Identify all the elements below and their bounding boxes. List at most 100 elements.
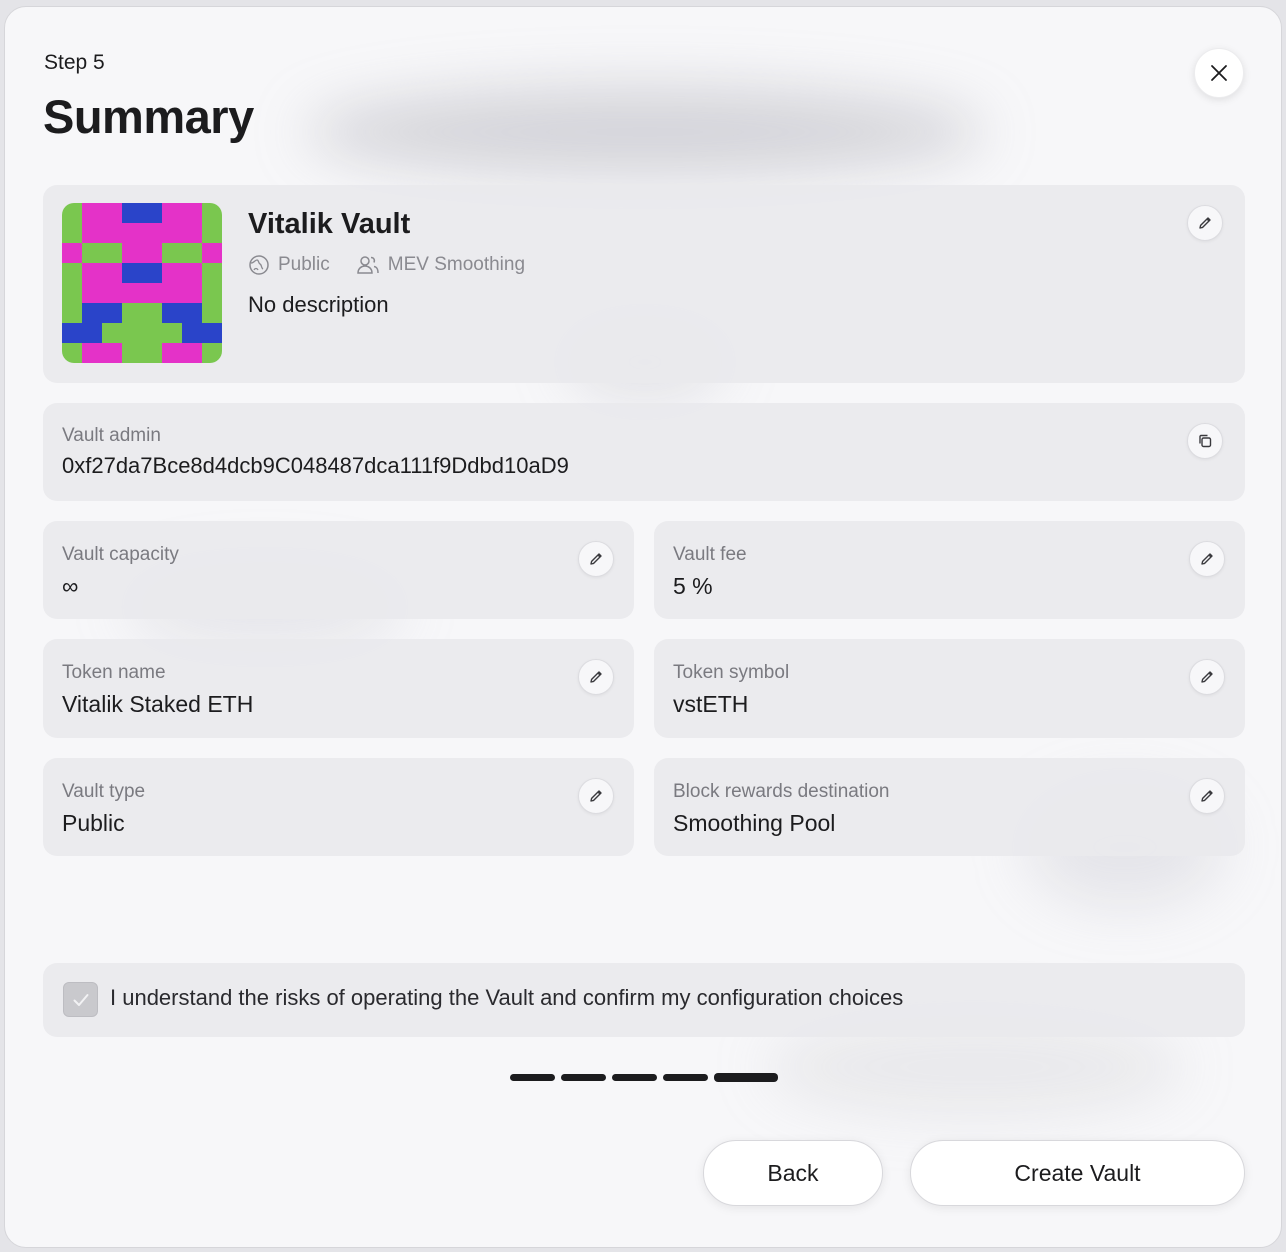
confirm-row: I understand the risks of operating the …: [43, 963, 1245, 1037]
avatar-pixel: [122, 203, 142, 223]
avatar-pixel: [82, 303, 102, 323]
avatar-pixel: [182, 243, 202, 263]
progress-step-2: [561, 1074, 606, 1081]
vault-fee-value: 5 %: [673, 573, 713, 599]
vault-fee-card: Vault fee 5 %: [654, 521, 1245, 619]
avatar-pixel: [82, 283, 102, 303]
close-button[interactable]: [1194, 48, 1244, 98]
edit-icon: [590, 553, 602, 565]
avatar-pixel: [102, 243, 122, 263]
rewards-destination-value: Smoothing Pool: [673, 810, 836, 836]
summary-modal: Step 5 Summary Vitalik Vault Public MEV …: [4, 6, 1282, 1248]
avatar-pixel: [102, 303, 122, 323]
token-name-label: Token name: [62, 662, 166, 683]
step-label: Step 5: [44, 51, 105, 74]
avatar-pixel: [62, 223, 82, 243]
copy-icon: [1199, 434, 1212, 448]
avatar-pixel: [182, 343, 202, 363]
vault-overview-card: Vitalik Vault Public MEV Smoothing No de…: [43, 185, 1245, 383]
avatar-pixel: [202, 203, 222, 223]
vault-capacity-label: Vault capacity: [62, 544, 179, 565]
confirm-checkbox[interactable]: [63, 982, 98, 1017]
vault-description: No description: [248, 292, 389, 317]
avatar-pixel: [202, 283, 222, 303]
rewards-destination-label: Block rewards destination: [673, 781, 890, 802]
avatar-pixel: [142, 343, 162, 363]
avatar-pixel: [142, 263, 162, 283]
avatar-pixel: [82, 243, 102, 263]
avatar-pixel: [182, 223, 202, 243]
edit-rewards-destination-button[interactable]: [1189, 778, 1225, 814]
avatar-pixel: [122, 223, 142, 243]
edit-icon: [1201, 553, 1213, 565]
vault-fee-label: Vault fee: [673, 544, 747, 565]
avatar-pixel: [202, 303, 222, 323]
avatar-pixel: [62, 283, 82, 303]
vault-type-value: Public: [62, 810, 125, 836]
vault-capacity-value: ∞: [62, 573, 79, 599]
avatar-pixel: [122, 323, 142, 343]
mev-tag: MEV Smoothing: [356, 254, 525, 276]
edit-token-symbol-button[interactable]: [1189, 659, 1225, 695]
close-icon: [1211, 65, 1227, 81]
rewards-destination-card: Block rewards destination Smoothing Pool: [654, 758, 1245, 856]
copy-admin-button[interactable]: [1187, 423, 1223, 459]
token-name-value: Vitalik Staked ETH: [62, 691, 254, 717]
avatar-pixel: [182, 283, 202, 303]
avatar-pixel: [62, 203, 82, 223]
token-name-card: Token name Vitalik Staked ETH: [43, 639, 634, 738]
avatar-pixel: [162, 263, 182, 283]
avatar-pixel: [202, 323, 222, 343]
avatar-pixel: [102, 203, 122, 223]
avatar-pixel: [142, 323, 162, 343]
avatar-pixel: [162, 223, 182, 243]
avatar-pixel: [122, 303, 142, 323]
avatar-pixel: [202, 243, 222, 263]
edit-vault-type-button[interactable]: [578, 778, 614, 814]
mev-label: MEV Smoothing: [387, 254, 526, 275]
avatar-pixel: [142, 203, 162, 223]
edit-vault-button[interactable]: [1187, 205, 1223, 241]
token-symbol-value: vstETH: [673, 691, 749, 717]
vault-admin-label: Vault admin: [62, 425, 161, 446]
avatar-pixel: [182, 303, 202, 323]
edit-icon: [1199, 217, 1211, 229]
edit-fee-button[interactable]: [1189, 541, 1225, 577]
avatar-pixel: [162, 303, 182, 323]
avatar-pixel: [82, 323, 102, 343]
avatar-pixel: [102, 223, 122, 243]
avatar-pixel: [122, 343, 142, 363]
vault-name: Vitalik Vault: [248, 208, 411, 240]
avatar-pixel: [182, 203, 202, 223]
back-button[interactable]: Back: [703, 1140, 883, 1206]
avatar-pixel: [182, 323, 202, 343]
avatar-pixel: [202, 263, 222, 283]
vault-admin-card: Vault admin 0xf27da7Bce8d4dcb9C048487dca…: [43, 403, 1245, 501]
avatar-pixel: [62, 343, 82, 363]
progress-step-1: [510, 1074, 555, 1081]
token-symbol-label: Token symbol: [673, 662, 790, 683]
edit-icon: [1201, 671, 1213, 683]
avatar-pixel: [142, 303, 162, 323]
confirm-text: I understand the risks of operating the …: [110, 985, 904, 1010]
avatar-pixel: [162, 283, 182, 303]
vault-capacity-card: Vault capacity ∞: [43, 521, 634, 619]
avatar-pixel: [82, 203, 102, 223]
edit-capacity-button[interactable]: [578, 541, 614, 577]
background-blur: [305, 87, 985, 177]
users-icon: [356, 256, 379, 274]
token-symbol-card: Token symbol vstETH: [654, 639, 1245, 738]
avatar-pixel: [62, 243, 82, 263]
avatar-pixel: [162, 343, 182, 363]
vault-avatar: [62, 203, 222, 363]
avatar-pixel: [102, 263, 122, 283]
step-progress: [510, 1073, 784, 1082]
avatar-pixel: [122, 243, 142, 263]
avatar-pixel: [182, 263, 202, 283]
avatar-pixel: [142, 223, 162, 243]
avatar-pixel: [102, 283, 122, 303]
avatar-pixel: [102, 323, 122, 343]
create-vault-button[interactable]: Create Vault: [910, 1140, 1245, 1206]
edit-token-name-button[interactable]: [578, 659, 614, 695]
vault-type-label: Vault type: [62, 781, 146, 802]
